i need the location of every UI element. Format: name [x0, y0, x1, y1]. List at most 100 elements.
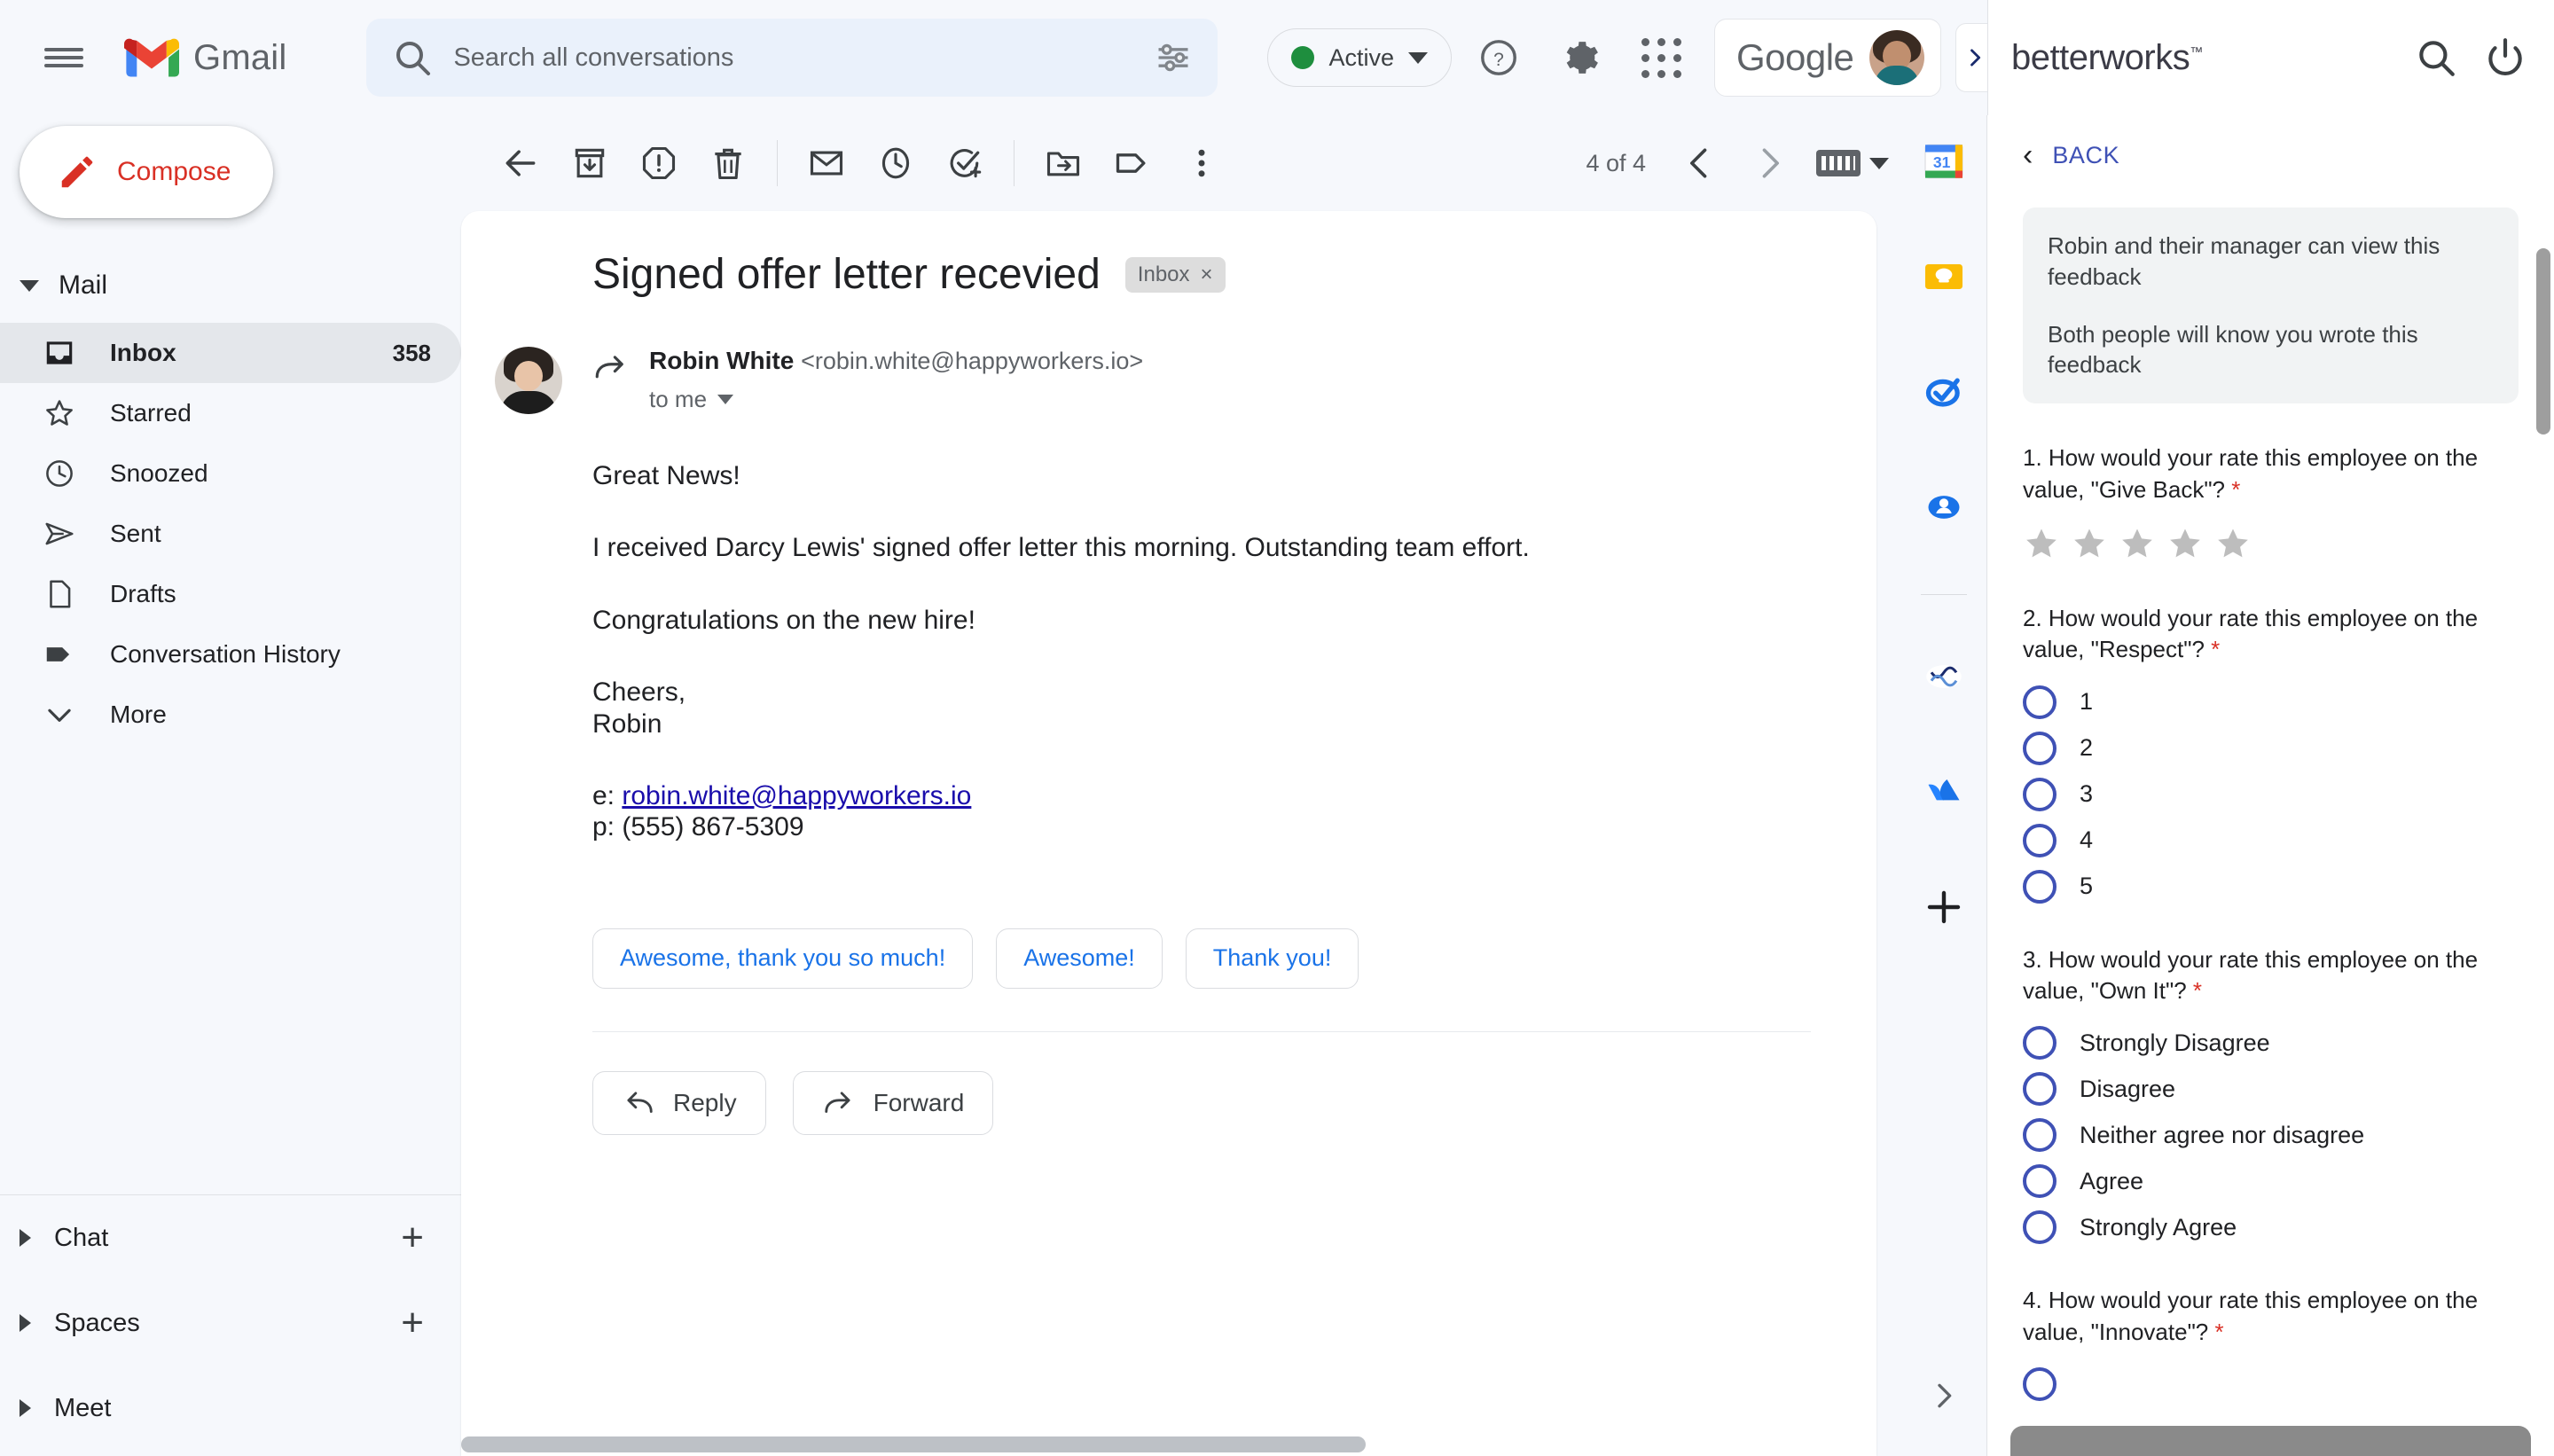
radio-button[interactable]: [2023, 1026, 2057, 1061]
radio-option[interactable]: [2023, 1367, 2519, 1402]
scrollbar-thumb[interactable]: [461, 1436, 1366, 1452]
report-spam-button[interactable]: [624, 129, 693, 198]
radio-button[interactable]: [2023, 777, 2057, 811]
star-icon[interactable]: [2071, 525, 2108, 562]
star-icon[interactable]: [2023, 525, 2060, 562]
apps-grid-icon[interactable]: [1627, 23, 1696, 92]
power-icon[interactable]: [2483, 35, 2527, 80]
question-label: 4. How would your rate this employee on …: [2023, 1287, 2479, 1345]
radio-button[interactable]: [2023, 1210, 2057, 1245]
reply-label: Reply: [673, 1088, 737, 1116]
search-input[interactable]: [453, 43, 1155, 73]
divider: [1921, 594, 1967, 595]
sidebar-item-drafts[interactable]: Drafts: [0, 564, 461, 624]
sidebar-item-conversation-history[interactable]: Conversation History: [0, 624, 461, 685]
sidebar-section-spaces[interactable]: Spaces +: [0, 1280, 461, 1366]
radio-button[interactable]: [2023, 823, 2057, 857]
reply-button[interactable]: Reply: [592, 1070, 766, 1135]
gmail-brand[interactable]: Gmail: [124, 36, 286, 79]
close-icon[interactable]: ×: [1201, 262, 1213, 287]
sidebar-item-more[interactable]: More: [0, 685, 461, 745]
search-bar[interactable]: [366, 19, 1218, 97]
star-icon[interactable]: [2119, 525, 2156, 562]
star-icon[interactable]: [2214, 525, 2252, 562]
sidebar-section-chat[interactable]: Chat +: [0, 1195, 461, 1280]
mark-unread-button[interactable]: [792, 129, 861, 198]
radio-button[interactable]: [2023, 685, 2057, 719]
smart-reply-button[interactable]: Thank you!: [1185, 928, 1359, 989]
radio-option[interactable]: Disagree: [2023, 1072, 2519, 1107]
side-panel-bottom-bar[interactable]: [2010, 1426, 2531, 1456]
radio-option[interactable]: 4: [2023, 823, 2519, 857]
delete-button[interactable]: [693, 129, 763, 198]
forward-button[interactable]: Forward: [792, 1070, 994, 1135]
page-title: Signed offer letter recevied: [592, 251, 1101, 298]
radio-button[interactable]: [2023, 731, 2057, 765]
google-tasks-icon[interactable]: [1916, 364, 1972, 420]
smart-reply-button[interactable]: Awesome!: [996, 928, 1163, 989]
snooze-button[interactable]: [861, 129, 930, 198]
google-keep-icon[interactable]: [1916, 248, 1972, 305]
chevron-right-icon: [1938, 1383, 1952, 1408]
star-icon[interactable]: [2166, 525, 2204, 562]
labels-button[interactable]: [1098, 129, 1167, 198]
side-panel-scrollbar[interactable]: [2536, 248, 2550, 434]
archive-button[interactable]: [555, 129, 624, 198]
smart-reply-button[interactable]: Awesome, thank you so much!: [592, 928, 974, 989]
radio-option[interactable]: 1: [2023, 685, 2519, 719]
plus-icon[interactable]: +: [401, 1303, 424, 1342]
sidebar-item-starred[interactable]: Starred: [0, 383, 461, 443]
google-calendar-icon[interactable]: 31: [1916, 133, 1972, 190]
add-to-tasks-button[interactable]: [930, 129, 999, 198]
back-button[interactable]: ‹ BACK: [2023, 140, 2519, 170]
radio-option[interactable]: 2: [2023, 731, 2519, 765]
betterworks-addon-icon[interactable]: [1916, 648, 1972, 705]
radio-button[interactable]: [2023, 1164, 2057, 1199]
search-icon[interactable]: [2414, 35, 2458, 80]
radio-option[interactable]: 3: [2023, 777, 2519, 811]
sidebar-item-inbox[interactable]: Inbox 358: [0, 323, 461, 383]
avatar[interactable]: [1869, 30, 1925, 85]
radio-option[interactable]: Strongly Agree: [2023, 1210, 2519, 1245]
star-rating-input[interactable]: [2023, 525, 2519, 562]
status-badge[interactable]: Active: [1267, 28, 1452, 87]
hamburger-menu-icon[interactable]: [25, 19, 103, 97]
plus-icon[interactable]: +: [401, 1218, 424, 1257]
atlassian-addon-icon[interactable]: [1916, 763, 1972, 820]
expand-rail-button[interactable]: [1919, 1371, 1969, 1421]
radio-button[interactable]: [2023, 869, 2057, 904]
trash-icon: [715, 148, 741, 180]
back-button[interactable]: [486, 129, 555, 198]
clock-icon: [41, 455, 78, 492]
radio-option[interactable]: Agree: [2023, 1164, 2519, 1199]
radio-option[interactable]: Neither agree nor disagree: [2023, 1118, 2519, 1153]
radio-button[interactable]: [2023, 1072, 2057, 1107]
add-addon-icon[interactable]: [1916, 879, 1972, 935]
recipient-toggle[interactable]: to me: [649, 386, 1143, 413]
radio-option[interactable]: 5: [2023, 869, 2519, 904]
avatar[interactable]: [495, 347, 562, 414]
inbox-label-chip[interactable]: Inbox ×: [1124, 256, 1226, 293]
radio-button[interactable]: [2023, 1118, 2057, 1153]
sidebar-section-meet[interactable]: Meet: [0, 1366, 461, 1451]
mail-section-header[interactable]: Mail: [0, 254, 461, 317]
more-options-button[interactable]: [1167, 129, 1236, 198]
radio-option[interactable]: Strongly Disagree: [2023, 1026, 2519, 1061]
gear-icon[interactable]: [1546, 23, 1615, 92]
tune-filter-icon[interactable]: [1154, 38, 1193, 77]
sidebar-item-sent[interactable]: Sent: [0, 504, 461, 564]
sidebar-item-snoozed[interactable]: Snoozed: [0, 443, 461, 504]
sender-email-link[interactable]: robin.white@happyworkers.io: [622, 781, 971, 810]
help-circle-icon[interactable]: ?: [1464, 23, 1533, 92]
horizontal-scrollbar[interactable]: [461, 1433, 1876, 1456]
question-block-4: 4. How would your rate this employee on …: [2023, 1285, 2519, 1402]
radio-button[interactable]: [2023, 1367, 2057, 1402]
inbox-icon: [41, 334, 78, 372]
google-contacts-icon[interactable]: [1916, 479, 1972, 536]
compose-button[interactable]: Compose: [20, 126, 273, 218]
move-to-button[interactable]: [1029, 129, 1098, 198]
account-chip[interactable]: Google: [1713, 19, 1942, 97]
keyboard-shortcuts-button[interactable]: [1804, 129, 1901, 198]
previous-message-button[interactable]: [1665, 129, 1735, 198]
next-message-button[interactable]: [1735, 129, 1804, 198]
